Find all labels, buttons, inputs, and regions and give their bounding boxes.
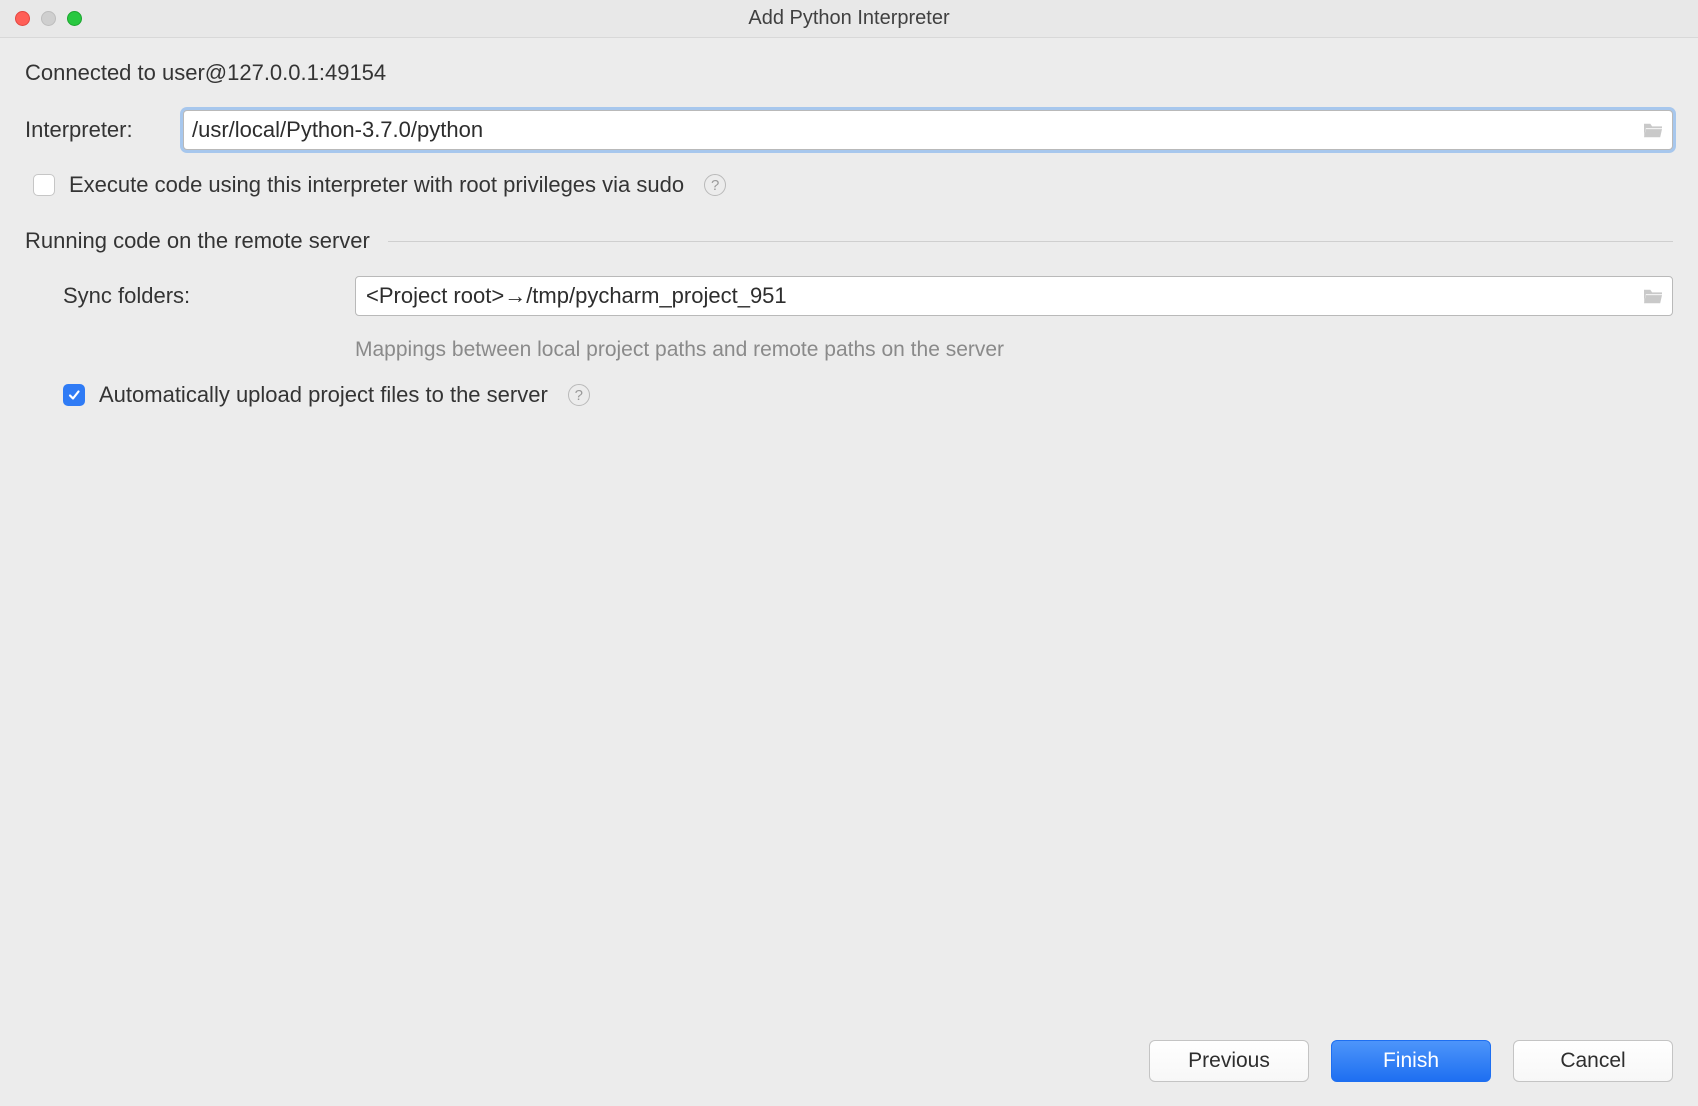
- help-icon[interactable]: ?: [704, 174, 726, 196]
- auto-upload-row: Automatically upload project files to th…: [63, 382, 1673, 408]
- remote-section-heading: Running code on the remote server: [25, 228, 1673, 254]
- window-zoom-button[interactable]: [67, 11, 82, 26]
- window-close-button[interactable]: [15, 11, 30, 26]
- finish-button[interactable]: Finish: [1331, 1040, 1491, 1082]
- sync-folders-row: Sync folders: <Project root>→/tmp/pychar…: [25, 276, 1673, 316]
- window-minimize-button[interactable]: [41, 11, 56, 26]
- auto-upload-label: Automatically upload project files to th…: [99, 382, 548, 408]
- window-traffic-lights: [0, 11, 82, 26]
- sync-folders-browse-button[interactable]: [1634, 287, 1672, 305]
- sync-folders-input-wrapper: <Project root>→/tmp/pycharm_project_951: [355, 276, 1673, 316]
- remote-section-title: Running code on the remote server: [25, 228, 370, 254]
- interpreter-path-input[interactable]: [184, 111, 1634, 149]
- interpreter-browse-button[interactable]: [1634, 121, 1672, 139]
- sync-folders-field[interactable]: <Project root>→/tmp/pycharm_project_951: [356, 277, 1634, 315]
- sync-folders-hint: Mappings between local project paths and…: [355, 338, 1004, 362]
- check-icon: [67, 388, 81, 402]
- connection-status: Connected to user@127.0.0.1:49154: [25, 60, 1673, 86]
- titlebar: Add Python Interpreter: [0, 0, 1698, 38]
- dialog-content: Connected to user@127.0.0.1:49154 Interp…: [0, 38, 1698, 408]
- cancel-button[interactable]: Cancel: [1513, 1040, 1673, 1082]
- section-rule: [388, 241, 1673, 242]
- sync-folders-label: Sync folders:: [25, 283, 355, 309]
- interpreter-input-wrapper: [183, 110, 1673, 150]
- help-icon[interactable]: ?: [568, 384, 590, 406]
- interpreter-row: Interpreter:: [25, 110, 1673, 150]
- folder-open-icon: [1642, 121, 1664, 139]
- window-title: Add Python Interpreter: [0, 7, 1698, 30]
- previous-button[interactable]: Previous: [1149, 1040, 1309, 1082]
- interpreter-label: Interpreter:: [25, 117, 183, 143]
- sudo-checkbox[interactable]: [33, 174, 55, 196]
- sudo-checkbox-row: Execute code using this interpreter with…: [33, 172, 1673, 198]
- sudo-checkbox-label: Execute code using this interpreter with…: [69, 172, 684, 198]
- dialog-footer: Previous Finish Cancel: [1149, 1040, 1673, 1082]
- auto-upload-checkbox[interactable]: [63, 384, 85, 406]
- sync-hint-row: Mappings between local project paths and…: [25, 326, 1673, 382]
- folder-open-icon: [1642, 287, 1664, 305]
